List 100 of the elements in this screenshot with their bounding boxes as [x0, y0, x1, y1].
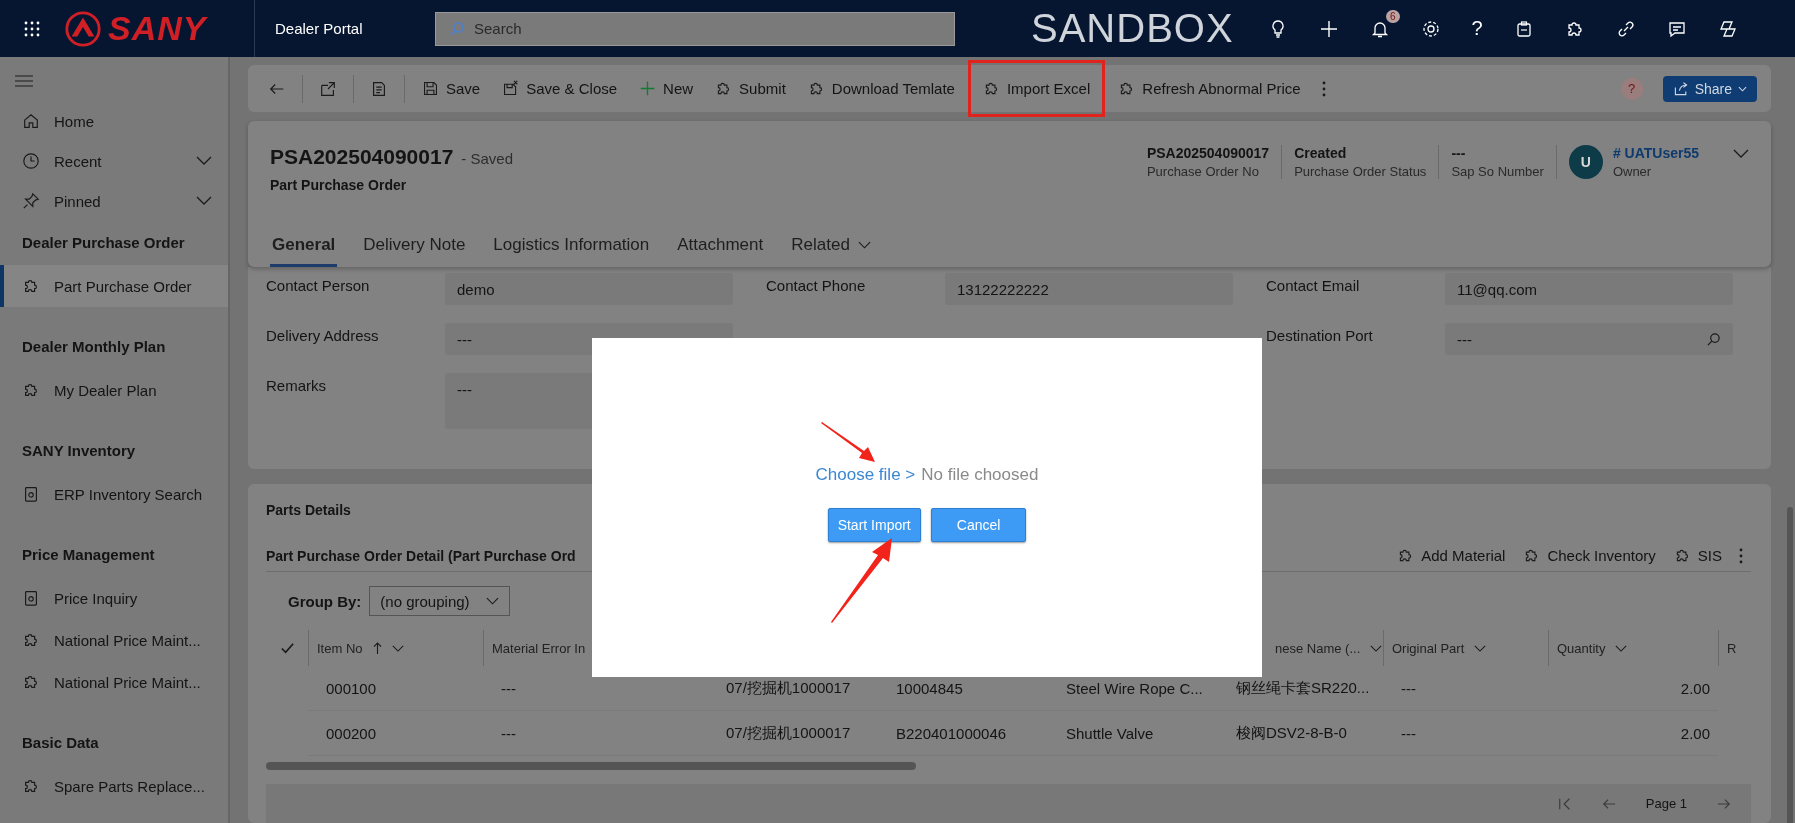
- share-button[interactable]: Share: [1662, 75, 1757, 102]
- nav-item[interactable]: ERP Inventory Search: [0, 473, 228, 515]
- tab[interactable]: General: [270, 227, 338, 267]
- group-by-dropdown[interactable]: (no grouping): [369, 586, 510, 617]
- next-page-icon[interactable]: [1717, 796, 1731, 811]
- home-icon: [22, 112, 40, 130]
- table-cell: ---: [1383, 666, 1548, 712]
- tab[interactable]: Delivery Note: [361, 227, 468, 267]
- copilot-icon[interactable]: [1717, 18, 1738, 39]
- header-field-label: Purchase Order No: [1146, 164, 1260, 179]
- settings-icon[interactable]: [1420, 18, 1441, 39]
- chevron-down-icon: [196, 156, 212, 166]
- more-icon[interactable]: [1321, 79, 1326, 98]
- nav-item[interactable]: Spare Parts Replace...: [0, 765, 228, 807]
- nav-item[interactable]: National Price Maint...: [0, 619, 228, 661]
- chevron-down-icon: [857, 241, 871, 249]
- puzzle-icon: [22, 381, 40, 399]
- toolbar-button[interactable]: Refresh Abnormal Price: [1109, 74, 1310, 103]
- dialog-button[interactable]: Start Import: [827, 508, 921, 542]
- puzzle-icon: [22, 277, 40, 295]
- table-cell: 07/挖掘机1000017: [708, 711, 878, 757]
- field-label: Contact Phone: [766, 276, 867, 294]
- notes-icon[interactable]: [370, 79, 388, 98]
- pin-icon: [22, 192, 40, 210]
- toolbar-button[interactable]: Check Inventory: [1514, 541, 1665, 571]
- field-label: Delivery Address: [266, 326, 380, 344]
- nav-item[interactable]: Pinned: [0, 181, 228, 221]
- tab[interactable]: Related: [789, 227, 873, 267]
- toolbar-button[interactable]: Download Temlate: [798, 74, 964, 103]
- more-icon[interactable]: [1739, 546, 1743, 565]
- puzzle-icon: [22, 777, 40, 795]
- popout-icon[interactable]: [319, 79, 337, 98]
- search-field[interactable]: Search: [435, 11, 955, 46]
- help-button[interactable]: ?: [1620, 77, 1643, 100]
- nav-item[interactable]: Home: [0, 101, 228, 141]
- chevron-down-icon[interactable]: [1733, 149, 1749, 159]
- chevron-down-icon: [1474, 644, 1487, 652]
- header-field-value: Created: [1294, 145, 1348, 161]
- chevron-down-icon: [485, 597, 499, 606]
- logo-emblem-icon: [64, 9, 102, 48]
- save-icon: [422, 80, 439, 97]
- input-field[interactable]: demo: [445, 273, 733, 305]
- app-launcher-icon[interactable]: [24, 20, 40, 37]
- table-cell: ---: [1383, 711, 1548, 757]
- share-icon: [1672, 80, 1689, 97]
- choose-file-link[interactable]: Choose file >: [815, 465, 916, 485]
- logo-text: SANY: [108, 9, 207, 48]
- column-header[interactable]: R: [1718, 630, 1771, 667]
- toolbar-button[interactable]: Import Excel: [967, 60, 1106, 117]
- scrollbar-thumb[interactable]: [1787, 507, 1793, 823]
- plus-icon[interactable]: [1318, 18, 1339, 39]
- toolbar-button[interactable]: Submit: [706, 74, 795, 103]
- nav-item[interactable]: Part Purchase Order: [0, 265, 228, 307]
- owner-link[interactable]: # UATUser55: [1612, 145, 1699, 161]
- column-header[interactable]: Original Part: [1383, 630, 1548, 667]
- table-cell: 000100: [308, 666, 483, 712]
- toolbar-button[interactable]: Add Material: [1388, 541, 1515, 571]
- scrollbar-thumb[interactable]: [266, 762, 916, 771]
- search-icon: [449, 20, 465, 37]
- input-field[interactable]: ---: [1445, 323, 1733, 355]
- environment-label: SANDBOX: [1031, 6, 1234, 51]
- nav-item[interactable]: National Price Maint...: [0, 661, 228, 703]
- record-title: PSA202504090017: [270, 145, 454, 168]
- grid-title: Part Purchase Order Detail (Part Purchase Ord: [266, 547, 576, 564]
- chevron-down-icon: [196, 196, 212, 206]
- nav-group-title: Dealer Monthly Plan: [21, 337, 167, 357]
- input-field[interactable]: 11@qq.com: [1445, 273, 1733, 305]
- section-title: Parts Details: [266, 502, 351, 518]
- header-field-label: Owner: [1612, 164, 1653, 179]
- table-cell: Shuttle Valve: [1048, 711, 1218, 757]
- clipboard-icon: [22, 485, 40, 503]
- column-header[interactable]: Item No: [308, 630, 483, 667]
- field-label: Contact Email: [1266, 276, 1361, 294]
- field-label: Destination Port: [1266, 326, 1374, 344]
- first-page-icon[interactable]: [1557, 796, 1572, 811]
- nav-item[interactable]: Recent: [0, 141, 228, 181]
- nav-item[interactable]: Price Inquiry: [0, 577, 228, 619]
- column-header[interactable]: Quantity: [1548, 630, 1718, 667]
- toolbar-button[interactable]: Save: [413, 74, 490, 103]
- toolbar-button[interactable]: Save & Close: [493, 74, 627, 103]
- toolbar-button[interactable]: SIS: [1664, 541, 1731, 571]
- nav-group-title: Dealer Purchase Order: [21, 233, 186, 253]
- file-name-text: No file choosed: [921, 465, 1039, 485]
- save-close-icon: [502, 80, 520, 97]
- dialog-button[interactable]: Cancel: [930, 508, 1027, 542]
- clock-icon: [22, 152, 40, 170]
- toolbar-button[interactable]: New: [630, 74, 703, 103]
- header-field-value: PSA202504090017: [1146, 145, 1270, 161]
- tab[interactable]: Logistics Information: [491, 227, 652, 267]
- select-all-check-icon[interactable]: [279, 640, 295, 656]
- help-button[interactable]: ?: [1471, 17, 1483, 40]
- caret-icon: [1738, 85, 1747, 92]
- page-number: Page 1: [1645, 796, 1687, 812]
- chevron-down-icon: [1615, 644, 1628, 652]
- field-label: Remarks: [266, 376, 327, 394]
- input-field[interactable]: 13122222222: [945, 273, 1233, 305]
- nav-item[interactable]: My Dealer Plan: [0, 369, 228, 411]
- puzzle-icon: [22, 673, 40, 691]
- previous-page-icon[interactable]: [1601, 796, 1616, 811]
- tab[interactable]: Attachment: [675, 227, 766, 267]
